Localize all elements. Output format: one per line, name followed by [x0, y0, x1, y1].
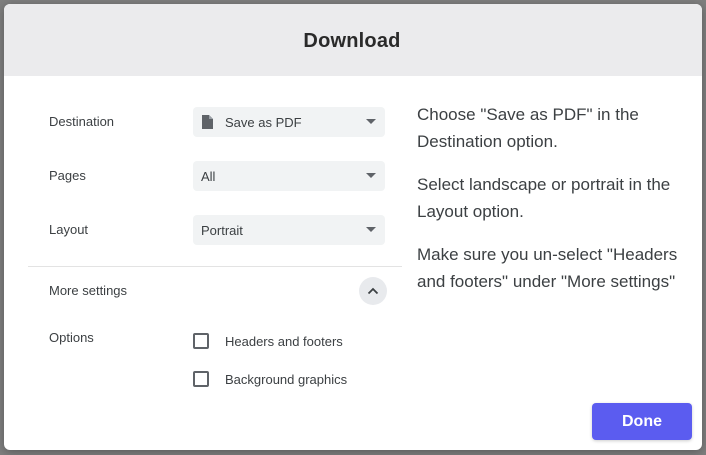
- layout-select[interactable]: Portrait: [193, 215, 385, 245]
- headers-footers-label: Headers and footers: [225, 333, 343, 349]
- chevron-down-icon: [366, 119, 376, 124]
- done-button[interactable]: Done: [592, 403, 692, 440]
- layout-label: Layout: [49, 222, 89, 237]
- layout-row: Layout Portrait: [28, 215, 402, 245]
- print-settings-panel: Destination Save as PDF Pages All Layout…: [28, 76, 402, 450]
- download-dialog: Download Destination Save as PDF Pages A…: [4, 4, 702, 450]
- pages-row: Pages All: [28, 161, 402, 191]
- headers-footers-option[interactable]: Headers and footers: [193, 332, 343, 350]
- pages-select[interactable]: All: [193, 161, 385, 191]
- pages-value: All: [201, 168, 216, 184]
- destination-label: Destination: [49, 114, 115, 129]
- destination-row: Destination Save as PDF: [28, 107, 402, 137]
- instructions-panel: Choose "Save as PDF" in the Destination …: [417, 101, 687, 311]
- options-label: Options: [49, 330, 94, 345]
- chevron-down-icon: [366, 173, 376, 178]
- more-settings-toggle[interactable]: More settings: [28, 277, 402, 305]
- document-icon: [202, 115, 213, 129]
- headers-footers-checkbox[interactable]: [193, 333, 209, 349]
- dialog-title: Download: [303, 30, 401, 52]
- settings-divider: [28, 266, 402, 267]
- background-graphics-checkbox[interactable]: [193, 371, 209, 387]
- dialog-header: Download: [4, 4, 702, 76]
- chevron-up-icon: [367, 287, 379, 295]
- background-graphics-option[interactable]: Background graphics: [193, 370, 347, 388]
- destination-select[interactable]: Save as PDF: [193, 107, 385, 137]
- collapse-button[interactable]: [359, 277, 387, 305]
- more-settings-label: More settings: [49, 283, 128, 298]
- instruction-text: Choose "Save as PDF" in the Destination …: [417, 105, 639, 151]
- layout-value: Portrait: [201, 222, 243, 238]
- destination-value: Save as PDF: [225, 114, 302, 130]
- pages-label: Pages: [49, 168, 86, 183]
- instruction-text: Make sure you un-select "Headers and foo…: [417, 245, 678, 291]
- chevron-down-icon: [366, 227, 376, 232]
- instruction-text: Select landscape or portrait in the Layo…: [417, 175, 671, 221]
- background-graphics-label: Background graphics: [225, 371, 348, 387]
